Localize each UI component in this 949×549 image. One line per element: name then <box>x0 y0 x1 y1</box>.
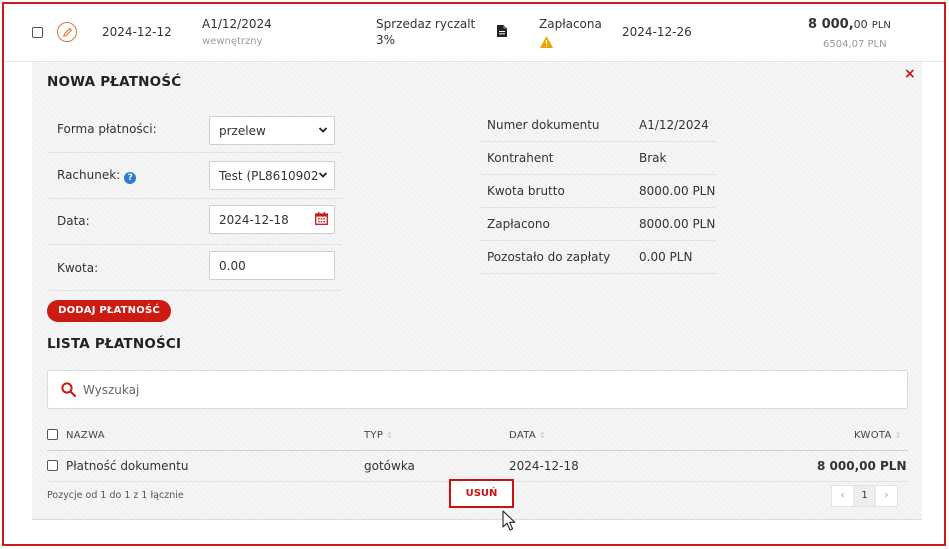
chevron-down-icon <box>318 172 328 178</box>
column-header-name[interactable]: NAZWA <box>66 430 105 441</box>
account-label-text: Rachunek: <box>57 168 121 182</box>
info-label: Numer dokumentu <box>487 118 600 132</box>
invoice-category: Sprzedaz ryczalt <box>376 17 476 31</box>
payment-list-title: LISTA PŁATNOŚCI <box>47 336 182 352</box>
form-row-amount: Kwota: 0.00 <box>48 245 342 291</box>
invoice-status: Zapłacona <box>539 17 602 31</box>
payment-type: gotówka <box>364 459 415 473</box>
amount-value: 0.00 <box>219 259 246 273</box>
date-label: Data: <box>57 214 90 228</box>
pagination: ‹ 1 › <box>831 485 898 507</box>
info-row: Numer dokumentu A1/12/2024 <box>480 109 716 142</box>
info-value: 8000.00 PLN <box>639 217 716 231</box>
row-checkbox[interactable] <box>47 460 58 471</box>
invoice-amount-secondary: 6504,07 PLN <box>823 39 887 50</box>
column-date-label: DATA <box>509 430 536 441</box>
payment-date: 2024-12-18 <box>509 459 579 473</box>
column-header-type[interactable]: TYP ⇕ <box>364 430 393 441</box>
column-header-amount[interactable]: KWOTA ⇕ <box>854 430 902 441</box>
account-select[interactable]: Test (PL86109025 <box>209 161 335 190</box>
amount-input[interactable]: 0.00 <box>209 251 335 280</box>
info-label: Kwota brutto <box>487 184 565 198</box>
payment-amount: 8 000,00 PLN <box>817 459 907 473</box>
table-header-divider <box>47 450 908 451</box>
calendar-icon[interactable] <box>315 212 328 225</box>
info-row: Pozostało do zapłaty 0.00 PLN <box>480 241 716 274</box>
document-icon[interactable] <box>497 25 507 37</box>
column-amount-label: KWOTA <box>854 430 892 441</box>
search-icon <box>61 382 76 397</box>
invoice-amount: 8 000,00 PLN <box>808 17 891 32</box>
add-payment-button[interactable]: DODAJ PŁATNOŚĆ <box>47 300 171 322</box>
invoice-due-date: 2024-12-26 <box>622 25 692 39</box>
help-icon[interactable]: ? <box>124 172 137 184</box>
amount-main: 8 000, <box>808 17 854 32</box>
pagination-info: Pozycje od 1 do 1 z 1 łącznie <box>47 490 184 501</box>
column-type-label: TYP <box>364 430 384 441</box>
form-row-date: Data: 2024-12-18 <box>48 199 342 245</box>
pager-prev-button[interactable]: ‹ <box>831 485 854 507</box>
invoice-category-rate: 3% <box>376 33 396 47</box>
account-label: Rachunek:? <box>57 168 137 184</box>
info-row: Zapłacono 8000.00 PLN <box>480 208 716 241</box>
payment-method-select[interactable]: przelew <box>209 116 335 145</box>
invoice-row[interactable]: 2024-12-12 A1/12/2024 wewnętrzny Sprzeda… <box>4 4 944 62</box>
date-input[interactable]: 2024-12-18 <box>209 205 335 234</box>
amount-currency: PLN <box>871 20 891 31</box>
warning-icon <box>540 36 553 48</box>
close-icon[interactable]: × <box>904 66 916 82</box>
form-row-method: Forma płatności: przelew <box>48 107 342 153</box>
info-label: Zapłacono <box>487 217 550 231</box>
pencil-icon <box>62 27 72 37</box>
form-row-account: Rachunek:? Test (PL86109025 <box>48 153 342 199</box>
account-value: Test (PL86109025 <box>219 169 319 183</box>
info-value: A1/12/2024 <box>639 118 709 132</box>
column-header-date[interactable]: DATA ⇕ <box>509 430 546 441</box>
search-placeholder: Wyszukaj <box>83 383 140 397</box>
amount-decimals: 00 <box>853 18 868 31</box>
info-row: Kwota brutto 8000.00 PLN <box>480 175 716 208</box>
method-label: Forma płatności: <box>57 122 157 136</box>
new-payment-title: NOWA PŁATNOŚĆ <box>47 74 182 90</box>
sort-icon: ⇕ <box>538 431 546 440</box>
chevron-down-icon <box>318 127 328 133</box>
payment-name: Płatność dokumentu <box>66 459 189 473</box>
invoice-row-checkbox[interactable] <box>32 27 43 38</box>
info-value: 8000.00 PLN <box>639 184 716 198</box>
invoice-number-type: wewnętrzny <box>202 36 263 47</box>
invoice-number: A1/12/2024 <box>202 17 272 31</box>
info-value: Brak <box>639 151 667 165</box>
info-label: Pozostało do zapłaty <box>487 250 611 264</box>
select-all-checkbox[interactable] <box>47 429 58 440</box>
payment-panel: NOWA PŁATNOŚĆ × Forma płatności: przelew… <box>32 62 922 520</box>
info-row: Kontrahent Brak <box>480 142 716 175</box>
delete-button[interactable]: USUŃ <box>449 479 514 508</box>
payment-method-value: przelew <box>219 124 266 138</box>
mouse-pointer-icon <box>502 510 516 531</box>
search-input[interactable]: Wyszukaj <box>47 370 908 409</box>
info-value: 0.00 PLN <box>639 250 693 264</box>
amount-label: Kwota: <box>57 261 99 275</box>
sort-icon: ⇕ <box>386 431 394 440</box>
info-label: Kontrahent <box>487 151 554 165</box>
date-value: 2024-12-18 <box>219 213 289 227</box>
invoice-date: 2024-12-12 <box>102 25 172 39</box>
pager-page-1[interactable]: 1 <box>853 485 876 507</box>
sort-icon: ⇕ <box>894 431 902 440</box>
edit-button[interactable] <box>57 22 77 42</box>
pager-next-button[interactable]: › <box>875 485 898 507</box>
